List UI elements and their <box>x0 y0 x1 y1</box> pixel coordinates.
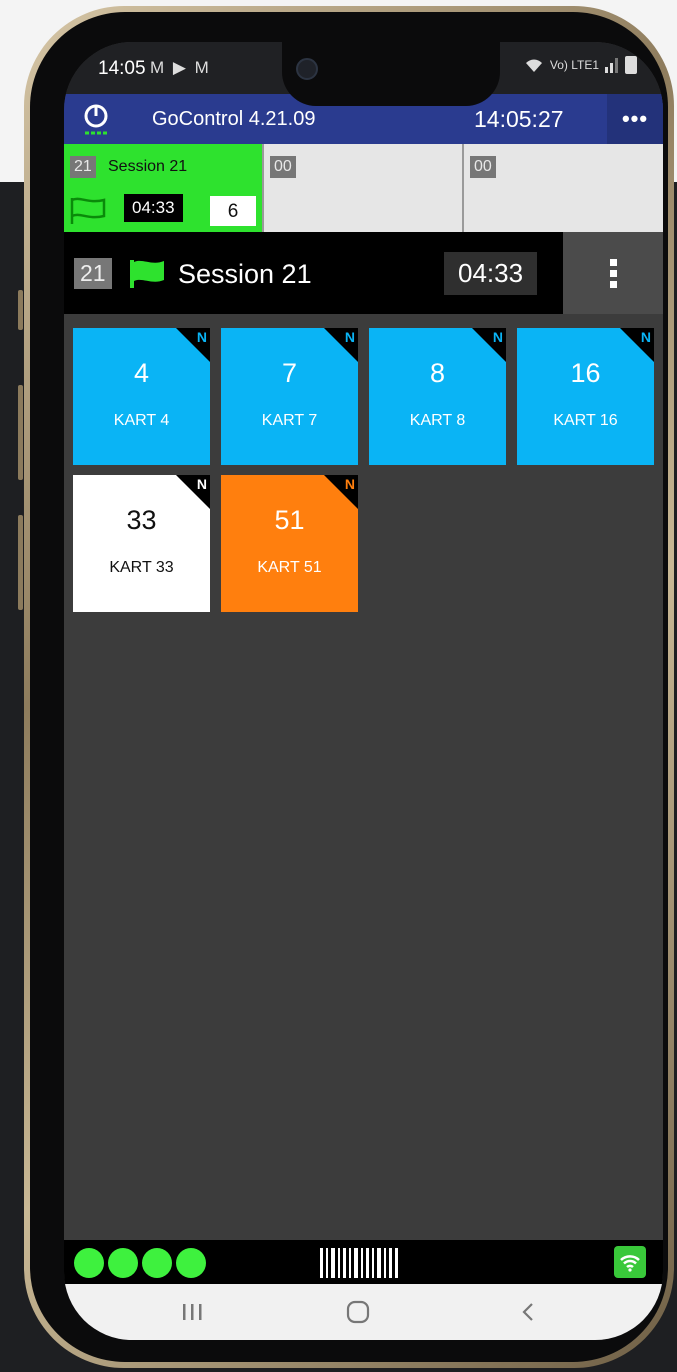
kart-badge: N <box>344 476 355 492</box>
wifi-icon[interactable] <box>614 1246 646 1278</box>
phone-button <box>18 385 23 480</box>
kart-number: 7 <box>281 358 298 388</box>
session-menu-button[interactable] <box>563 232 663 314</box>
phone-button <box>18 290 23 330</box>
vertical-dots-icon <box>609 258 617 288</box>
app-title: GoControl 4.21.09 <box>152 108 316 130</box>
home-icon[interactable] <box>328 1294 388 1330</box>
kart-tile[interactable]: N 51 KART 51 <box>221 475 358 612</box>
kart-tile[interactable]: N 16 KART 16 <box>517 328 654 465</box>
network-label: Vo) LTE1 <box>549 58 599 72</box>
app-logo-icon[interactable] <box>64 94 128 144</box>
status-right: Vo) LTE1 <box>524 56 637 74</box>
kart-label: KART 33 <box>109 559 174 576</box>
screen: 14:05 M ▶ M Vo) LTE1 GoControl 4.21.09 1… <box>64 42 663 1340</box>
kart-badge: N <box>196 476 207 492</box>
session-tabs: 21 Session 21 04:33 6 00 00 <box>64 144 663 232</box>
phone-button <box>18 515 23 610</box>
session-tab-label: Session 21 <box>108 158 188 175</box>
session-title: Session 21 <box>178 259 312 289</box>
kart-tile[interactable]: N 8 KART 8 <box>369 328 506 465</box>
camera-icon <box>296 58 318 80</box>
system-nav-bar <box>64 1284 663 1340</box>
led-indicator <box>74 1248 104 1278</box>
kart-label: KART 8 <box>409 412 466 429</box>
kart-number: 51 <box>274 505 305 535</box>
flag-outline-icon <box>70 197 106 224</box>
kart-badge: N <box>196 329 207 345</box>
battery-icon <box>625 56 637 74</box>
session-tab-number: 00 <box>470 156 496 178</box>
session-tab-empty[interactable]: 00 <box>264 144 464 232</box>
session-tab-empty[interactable]: 00 <box>464 144 663 232</box>
led-indicator <box>108 1248 138 1278</box>
kart-label: KART 16 <box>553 412 618 429</box>
signal-icon <box>605 58 618 73</box>
kart-label: KART 7 <box>261 412 318 429</box>
kart-badge: N <box>492 329 503 345</box>
kart-tile[interactable]: N 4 KART 4 <box>73 328 210 465</box>
kart-number: 4 <box>133 358 150 388</box>
wifi-status-icon <box>525 59 542 72</box>
recents-icon[interactable] <box>162 1294 222 1330</box>
kart-number: 16 <box>570 358 601 388</box>
led-indicator <box>142 1248 172 1278</box>
session-tab-number: 00 <box>270 156 296 178</box>
session-tab-timer: 04:33 <box>124 194 183 222</box>
kart-number: 33 <box>126 505 157 535</box>
green-flag-icon <box>130 260 164 288</box>
session-number: 21 <box>74 258 112 289</box>
back-icon[interactable] <box>498 1294 558 1330</box>
kart-tile[interactable]: N 7 KART 7 <box>221 328 358 465</box>
kart-tile[interactable]: N 33 KART 33 <box>73 475 210 612</box>
session-header: 21 Session 21 04:33 <box>64 232 663 314</box>
kart-label: KART 4 <box>113 412 170 429</box>
app-clock: 14:05:27 <box>474 106 564 132</box>
kart-label: KART 51 <box>257 559 322 576</box>
kart-badge: N <box>344 329 355 345</box>
status-time: 14:05 <box>98 58 146 79</box>
session-tab-21[interactable]: 21 Session 21 04:33 6 <box>64 144 264 232</box>
led-indicator <box>176 1248 206 1278</box>
kart-number: 8 <box>429 358 446 388</box>
session-timer: 04:33 <box>444 252 538 295</box>
session-tab-count: 6 <box>210 196 256 226</box>
session-tab-number: 21 <box>70 156 96 178</box>
notification-icons: M ▶ M <box>150 58 211 77</box>
kart-badge: N <box>640 329 651 345</box>
barcode-icon[interactable] <box>320 1248 406 1278</box>
phone-frame: 14:05 M ▶ M Vo) LTE1 GoControl 4.21.09 1… <box>24 6 674 1368</box>
overflow-menu-button[interactable]: ••• <box>607 94 663 144</box>
bottom-bar <box>64 1240 663 1284</box>
